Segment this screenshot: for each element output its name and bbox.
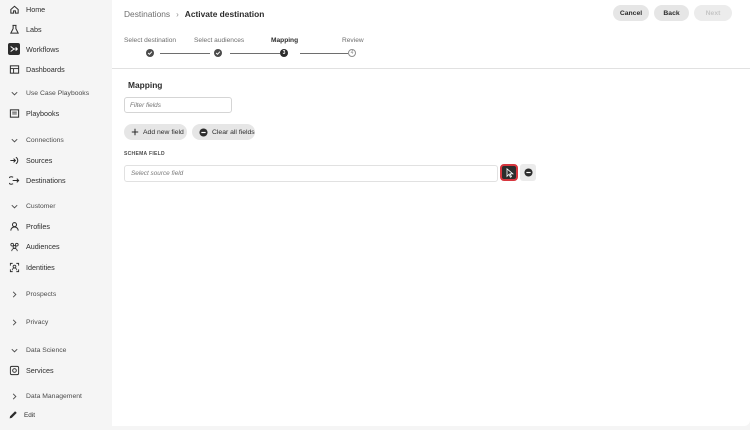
- sidebar-section-use-case-playbooks[interactable]: Use Case Playbooks: [8, 84, 89, 102]
- sources-icon: [8, 154, 20, 166]
- sidebar-item-audiences[interactable]: Audiences: [8, 237, 60, 255]
- sidebar-section-data-management[interactable]: Data Management: [8, 387, 82, 405]
- sidebar-item-dashboards[interactable]: Dashboards: [8, 60, 65, 78]
- breadcrumb-parent-link[interactable]: Destinations: [124, 9, 170, 19]
- sidebar-item-identities[interactable]: Identities: [8, 258, 55, 276]
- chevron-down-icon: [8, 344, 20, 356]
- step-pending-marker: 4: [348, 49, 356, 57]
- sidebar-item-label: Workflows: [26, 44, 60, 54]
- sidebar-item-label: Services: [26, 365, 54, 375]
- labs-icon: [8, 23, 20, 35]
- sidebar-item-playbooks[interactable]: Playbooks: [8, 104, 59, 122]
- sidebar-item-label: Playbooks: [26, 108, 60, 118]
- clear-all-fields-button[interactable]: Clear all fields: [192, 124, 255, 140]
- breadcrumb-separator: ›: [176, 9, 179, 19]
- workflows-icon: [8, 43, 20, 55]
- profiles-icon: [8, 220, 20, 232]
- step-label-review: Review: [342, 37, 364, 44]
- chevron-right-icon: [8, 390, 20, 402]
- services-icon: [8, 364, 20, 376]
- sidebar-section-privacy[interactable]: Privacy: [8, 313, 48, 331]
- dashboards-icon: [8, 63, 20, 75]
- sidebar-section-prospects[interactable]: Prospects: [8, 285, 56, 303]
- playbooks-icon: [8, 107, 20, 119]
- step-completed-check-icon: [214, 49, 222, 57]
- sidebar-item-profiles[interactable]: Profiles: [8, 217, 50, 235]
- remove-mapping-button[interactable]: [520, 164, 536, 181]
- select-source-field-input[interactable]: Select source field: [124, 165, 498, 182]
- sidebar-item-services[interactable]: Services: [8, 361, 54, 379]
- sidebar-section-customer[interactable]: Customer: [8, 197, 55, 215]
- chevron-right-icon: [8, 316, 20, 328]
- chevron-right-icon: [8, 288, 20, 300]
- sidebar-item-label: Data Science: [26, 346, 67, 354]
- sidebar-item-label: Destinations: [26, 175, 66, 185]
- sidebar-item-label: Labs: [26, 24, 42, 34]
- sidebar-edit-button[interactable]: Edit: [8, 410, 35, 420]
- step-completed-check-icon: [146, 49, 154, 57]
- back-button[interactable]: Back: [654, 5, 689, 21]
- home-icon: [8, 3, 20, 15]
- step-label-select-destination[interactable]: Select destination: [124, 37, 176, 44]
- next-button[interactable]: Next: [694, 5, 732, 21]
- step-connector: [300, 53, 348, 54]
- identities-icon: [8, 261, 20, 273]
- sidebar-item-destinations[interactable]: Destinations: [8, 171, 66, 189]
- sidebar-section-connections[interactable]: Connections: [8, 131, 64, 149]
- page-title: Activate destination: [184, 9, 265, 19]
- chevron-down-icon: [8, 87, 20, 99]
- sidebar-item-workflows[interactable]: Workflows: [8, 40, 59, 58]
- add-new-field-button[interactable]: Add new field: [124, 124, 187, 140]
- section-title: Mapping: [128, 80, 163, 90]
- sidebar-item-label: Home: [26, 4, 46, 14]
- sidebar-item-label: Audiences: [26, 241, 60, 251]
- step-label-select-audiences[interactable]: Select audiences: [194, 37, 244, 44]
- plus-icon: [131, 128, 139, 136]
- remove-circle-icon: [199, 127, 208, 137]
- clear-all-fields-label: Clear all fields: [212, 128, 255, 136]
- pencil-icon: [8, 410, 18, 420]
- audiences-icon: [8, 240, 20, 252]
- sidebar-item-label: Connections: [26, 136, 64, 144]
- add-new-field-label: Add new field: [143, 128, 184, 136]
- sidebar-item-label: Data Management: [26, 392, 82, 400]
- cancel-button[interactable]: Cancel: [613, 5, 649, 21]
- step-current-marker: 3: [280, 49, 288, 57]
- step-connector: [230, 53, 280, 54]
- sidebar-item-label: Customer: [26, 202, 56, 210]
- destinations-icon: [8, 174, 20, 186]
- sidebar-item-label: Dashboards: [26, 64, 65, 74]
- chevron-down-icon: [8, 134, 20, 146]
- remove-circle-icon: [523, 168, 533, 177]
- sidebar-item-label: Sources: [26, 155, 53, 165]
- sidebar-item-label: Prospects: [26, 290, 57, 298]
- cursor-pointer-icon: [505, 167, 514, 178]
- sidebar-section-data-science[interactable]: Data Science: [8, 341, 66, 359]
- select-source-field-picker-button[interactable]: [500, 164, 518, 181]
- sidebar-item-sources[interactable]: Sources: [8, 151, 52, 169]
- sidebar-item-labs[interactable]: Labs: [8, 20, 42, 38]
- source-field-placeholder: Select source field: [131, 170, 184, 177]
- filter-fields-input[interactable]: [124, 97, 232, 113]
- sidebar-item-label: Profiles: [26, 221, 50, 231]
- schema-field-column-header: SCHEMA FIELD: [124, 151, 165, 157]
- main-panel: Destinations › Activate destination Canc…: [112, 0, 750, 426]
- sidebar-item-label: Use Case Playbooks: [26, 89, 90, 97]
- wizard-header: Destinations › Activate destination Canc…: [112, 0, 750, 69]
- sidebar-item-label: Privacy: [26, 318, 49, 326]
- sidebar-item-home[interactable]: Home: [8, 0, 45, 18]
- breadcrumb: Destinations › Activate destination: [124, 9, 264, 19]
- step-connector: [160, 53, 210, 54]
- sidebar-item-label: Identities: [26, 262, 55, 272]
- sidebar-nav: Home Labs Workflows Dashboards Use Case …: [0, 0, 112, 430]
- step-label-mapping: Mapping: [271, 37, 299, 44]
- chevron-down-icon: [8, 200, 20, 212]
- edit-label: Edit: [24, 411, 36, 419]
